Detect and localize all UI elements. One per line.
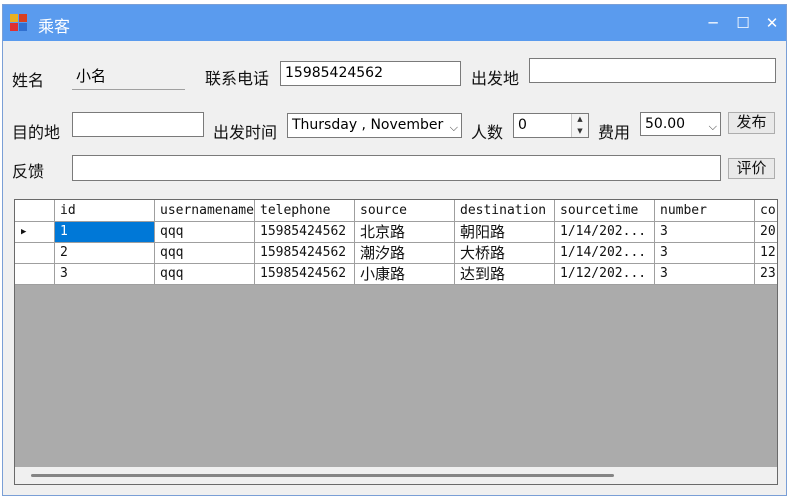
table-cell[interactable]: 15985424562 [255, 264, 355, 285]
table-cell[interactable]: 1/14/202... [555, 243, 655, 264]
row-header[interactable] [15, 243, 55, 264]
table-cell[interactable]: 23 [755, 264, 777, 285]
rate-button[interactable]: 评价 [728, 158, 775, 179]
table-cell[interactable]: 20 [755, 222, 777, 243]
column-header-co[interactable]: co [755, 200, 777, 222]
table-cell[interactable]: 1/12/202... [555, 264, 655, 285]
table-cell[interactable]: 2 [55, 243, 155, 264]
publish-button[interactable]: 发布 [728, 112, 775, 134]
title-bar[interactable]: 乘客 ─ ☐ ✕ [3, 5, 786, 41]
table-cell[interactable]: qqq [155, 264, 255, 285]
table-cell[interactable]: 北京路 [355, 222, 455, 243]
chevron-down-icon[interactable]: ⌵ [450, 117, 458, 137]
column-header-destination[interactable]: destination [455, 200, 555, 222]
table-cell[interactable]: 15985424562 [255, 243, 355, 264]
table-cell[interactable]: 1/14/202... [555, 222, 655, 243]
departure-time-value: Thursday , November [292, 117, 444, 133]
name-field[interactable]: 小名 [72, 65, 185, 90]
table-cell[interactable]: 小康路 [355, 264, 455, 285]
window-title: 乘客 [38, 17, 71, 36]
fee-combo[interactable]: 50.00 ⌵ [640, 112, 721, 136]
destination-field[interactable] [72, 112, 204, 137]
table-cell[interactable]: 1 [55, 222, 155, 243]
fee-value: 50.00 [645, 116, 686, 132]
spin-down-icon[interactable]: ▼ [572, 126, 588, 138]
corner-header-cell[interactable] [15, 200, 55, 222]
table-cell[interactable]: 朝阳路 [455, 222, 555, 243]
origin-field[interactable] [529, 58, 776, 83]
column-header-source[interactable]: source [355, 200, 455, 222]
row-header[interactable] [15, 264, 55, 285]
passenger-count-stepper[interactable]: 0 ▲ ▼ [513, 113, 589, 138]
table-cell[interactable]: 达到路 [455, 264, 555, 285]
fee-label: 费用 [598, 123, 631, 142]
table-cell[interactable]: 3 [655, 264, 755, 285]
column-header-username[interactable]: usernamename [155, 200, 255, 222]
close-button[interactable]: ✕ [760, 11, 784, 35]
column-header-number[interactable]: number [655, 200, 755, 222]
phone-label: 联系电话 [205, 69, 270, 88]
spin-buttons[interactable]: ▲ ▼ [571, 114, 588, 137]
passenger-window: 乘客 ─ ☐ ✕ 姓名 小名 联系电话 15985424562 出发地 目的地 … [2, 4, 787, 496]
column-header-id[interactable]: id [55, 200, 155, 222]
table-cell[interactable]: 大桥路 [455, 243, 555, 264]
destination-label: 目的地 [12, 123, 61, 142]
table-cell[interactable]: qqq [155, 222, 255, 243]
spin-up-icon[interactable]: ▲ [572, 114, 588, 126]
passenger-data-grid[interactable]: id usernamename telephone source destina… [14, 199, 778, 485]
departure-time-picker[interactable]: Thursday , November ⌵ [287, 113, 462, 138]
origin-label: 出发地 [471, 69, 520, 88]
column-header-sourcetime[interactable]: sourcetime [555, 200, 655, 222]
grid-header: id usernamename telephone source destina… [15, 200, 777, 222]
phone-field[interactable]: 15985424562 [280, 61, 461, 86]
passenger-count-label: 人数 [471, 123, 504, 142]
horizontal-scrollbar[interactable] [15, 467, 777, 484]
app-window-icon [10, 14, 28, 32]
scrollbar-thumb[interactable] [31, 474, 614, 477]
table-cell[interactable]: qqq [155, 243, 255, 264]
chevron-down-icon[interactable]: ⌵ [709, 116, 717, 135]
table-cell[interactable]: 3 [655, 243, 755, 264]
table-cell[interactable]: 15985424562 [255, 222, 355, 243]
table-cell[interactable]: 潮汐路 [355, 243, 455, 264]
minimize-button[interactable]: ─ [701, 11, 725, 35]
table-cell[interactable]: 3 [55, 264, 155, 285]
maximize-button[interactable]: ☐ [731, 11, 755, 35]
feedback-label: 反馈 [12, 162, 45, 181]
table-cell[interactable]: 12 [755, 243, 777, 264]
row-header[interactable]: ▶ [15, 222, 55, 243]
column-header-telephone[interactable]: telephone [255, 200, 355, 222]
passenger-count-value: 0 [518, 117, 527, 133]
table-cell[interactable]: 3 [655, 222, 755, 243]
departure-time-label: 出发时间 [213, 123, 278, 142]
feedback-field[interactable] [72, 155, 721, 181]
name-label: 姓名 [12, 71, 45, 90]
